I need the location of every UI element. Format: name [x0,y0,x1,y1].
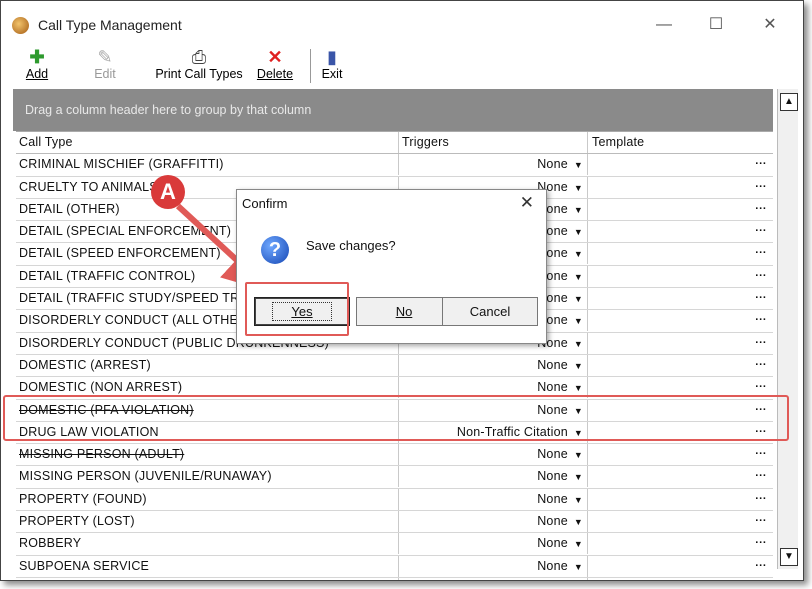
no-label: No [395,304,413,319]
highlight-yes-button [245,282,349,336]
dialog-title: Confirm [242,196,288,211]
dialog-message: Save changes? [306,238,396,253]
no-button[interactable]: No [356,297,452,326]
question-icon: ? [261,236,289,264]
annotation-badge: A [151,175,185,209]
dialog-close-icon[interactable]: ✕ [520,193,534,213]
cancel-button[interactable]: Cancel [442,297,538,326]
cancel-label: Cancel [469,304,511,319]
